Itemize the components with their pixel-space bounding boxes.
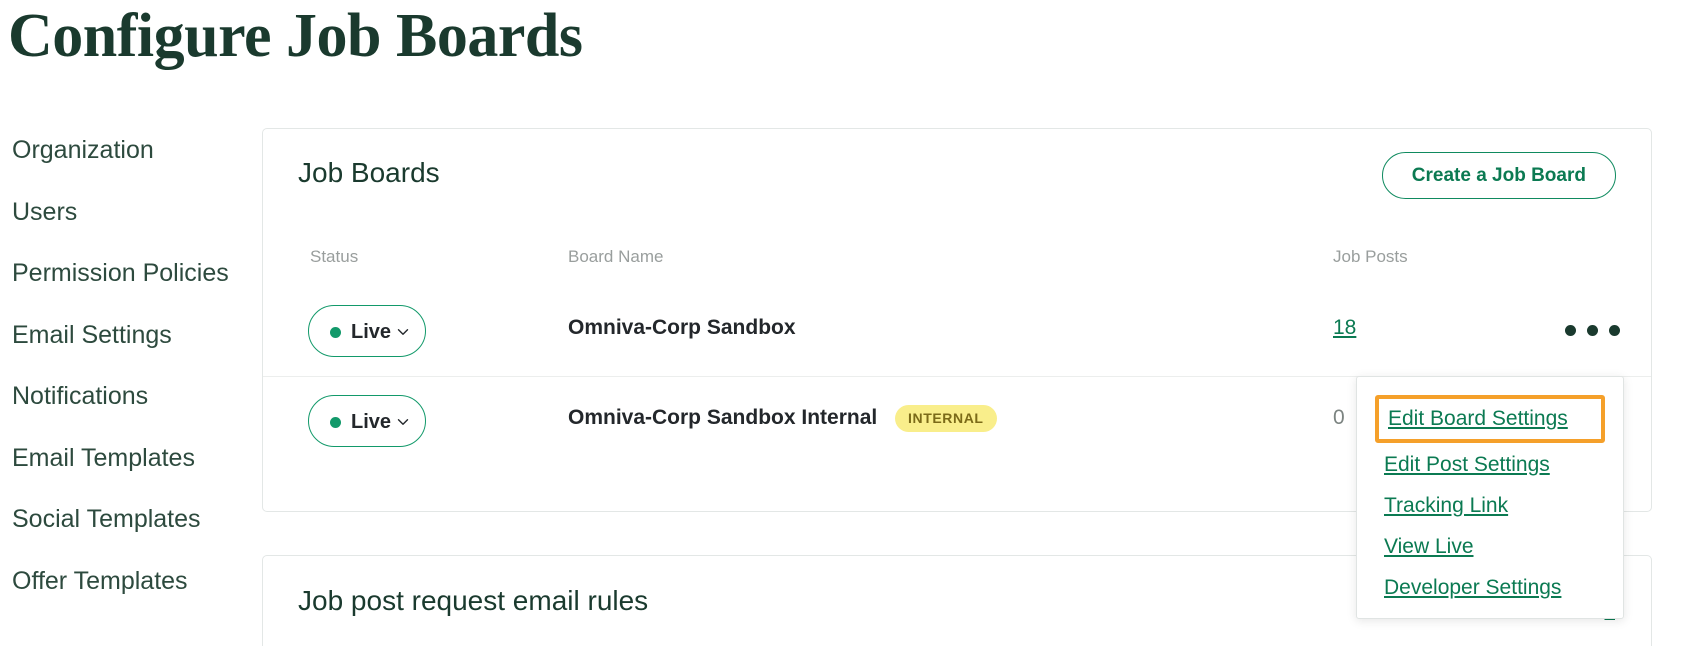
board-name: Omniva-Corp Sandbox Internal [568, 406, 878, 429]
page-root: Configure Job Boards Organization Users … [0, 0, 1690, 646]
create-job-board-button[interactable]: Create a Job Board [1381, 152, 1616, 199]
menu-item-tracking-link[interactable]: Tracking Link [1357, 495, 1623, 516]
menu-item-developer-settings[interactable]: Developer Settings [1357, 577, 1623, 598]
sidebar-item-permission-policies[interactable]: Permission Policies [12, 261, 237, 286]
sidebar-item-users[interactable]: Users [12, 199, 237, 225]
menu-item-edit-board-settings[interactable]: Edit Board Settings [1375, 395, 1605, 443]
job-boards-title: Job Boards [298, 157, 440, 188]
chevron-down-icon [397, 416, 409, 428]
job-posts-count-link[interactable]: 18 [1333, 314, 1356, 342]
status-label: Live [351, 321, 392, 343]
status-dot-icon [330, 417, 341, 428]
chevron-down-icon [397, 326, 409, 338]
menu-item-edit-post-settings[interactable]: Edit Post Settings [1357, 454, 1623, 475]
status-badge-internal: INTERNAL [895, 405, 997, 432]
kebab-menu-icon[interactable] [1565, 323, 1621, 339]
sidebar-item-notifications[interactable]: Notifications [12, 384, 237, 409]
status-dropdown-live[interactable]: Live [308, 305, 426, 357]
rules-card-title: Job post request email rules [298, 585, 649, 616]
page-title: Configure Job Boards [8, 2, 583, 70]
settings-sidebar: Organization Users Permission Policies E… [12, 138, 237, 630]
column-header-status: Status [310, 247, 359, 266]
column-header-board-name: Board Name [568, 247, 664, 266]
sidebar-item-offer-templates[interactable]: Offer Templates [12, 568, 237, 594]
board-actions-dropdown-menu: Edit Board Settings Edit Post Settings T… [1356, 376, 1624, 619]
table-row: Live Omniva-Corp Sandbox 18 [263, 287, 1651, 376]
sidebar-item-organization[interactable]: Organization [12, 138, 237, 163]
status-label: Live [351, 411, 392, 433]
board-name: Omniva-Corp Sandbox [568, 316, 796, 339]
table-header-row: Status Board Name Job Posts [263, 247, 1651, 287]
menu-item-view-live[interactable]: View Live [1357, 536, 1623, 557]
status-dot-icon [330, 327, 341, 338]
job-posts-count: 0 [1333, 406, 1345, 429]
sidebar-item-email-templates[interactable]: Email Templates [12, 445, 237, 471]
status-dropdown-live[interactable]: Live [308, 395, 426, 447]
sidebar-item-social-templates[interactable]: Social Templates [12, 507, 237, 532]
column-header-job-posts: Job Posts [1333, 247, 1408, 266]
sidebar-item-email-settings[interactable]: Email Settings [12, 322, 237, 348]
